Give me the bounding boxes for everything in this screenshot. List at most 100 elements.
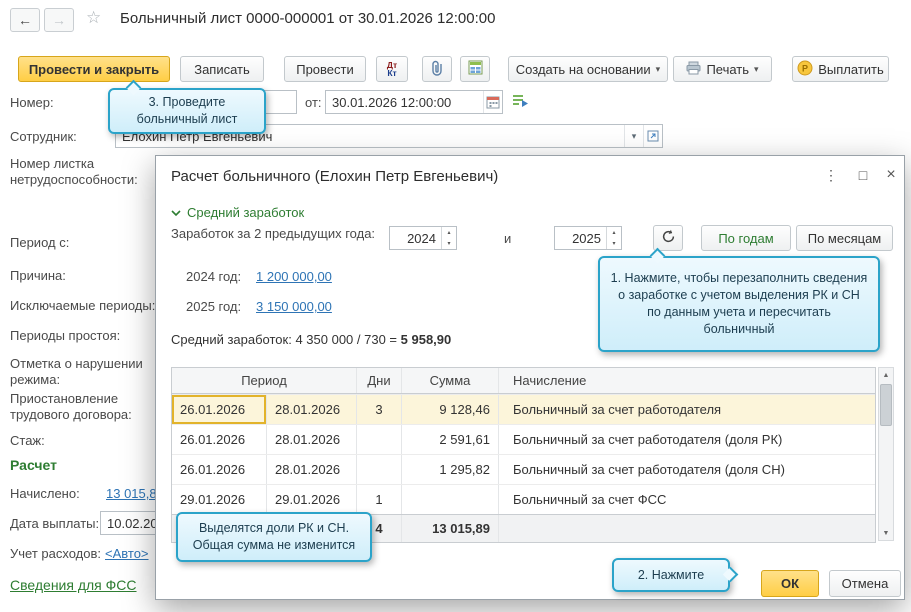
dialog-menu-icon[interactable]: ⋮	[819, 164, 843, 186]
expense-accounting-label: Учет расходов:	[10, 546, 101, 562]
scroll-up-icon[interactable]: ▲	[879, 368, 893, 382]
accrued-label: Начислено:	[10, 486, 80, 502]
cell-sum[interactable]: 9 128,46	[402, 395, 499, 424]
create-on-basis-button[interactable]: Создать на основании▾	[508, 56, 668, 82]
cell-total-sum: 13 015,89	[402, 515, 499, 542]
open-item-icon[interactable]	[643, 125, 662, 147]
year-2025-label: 2025 год:	[186, 299, 241, 315]
expense-auto-link[interactable]: <Авто>	[105, 546, 149, 561]
back-arrow-icon: ←	[18, 12, 32, 28]
post-and-close-button[interactable]: Провести и закрыть	[18, 56, 170, 82]
scrollbar-thumb[interactable]	[880, 384, 892, 426]
cell-accrual[interactable]: Больничный за счет работодателя (доля РК…	[499, 425, 875, 454]
cell-days[interactable]	[357, 455, 402, 484]
average-earnings-value: 5 958,90	[401, 332, 452, 347]
cell-period-to[interactable]: 28.01.2026	[267, 455, 357, 484]
cell-period-to[interactable]: 28.01.2026	[267, 395, 357, 424]
downtime-periods-label: Периоды простоя:	[10, 328, 120, 344]
by-months-toggle[interactable]: По месяцам	[796, 225, 893, 251]
page-title: Больничный лист 0000-000001 от 30.01.202…	[120, 10, 495, 27]
dialog-maximize-icon[interactable]: □	[851, 164, 875, 186]
cell-period-to[interactable]: 28.01.2026	[267, 425, 357, 454]
date-input[interactable]: 30.01.2026 12:00:00	[325, 90, 503, 114]
and-label: и	[504, 231, 511, 247]
chevron-down-icon	[171, 205, 181, 220]
experience-label: Стаж:	[10, 433, 45, 449]
sick-list-number-label: Номер листка нетрудоспособности:	[10, 156, 160, 188]
cell-sum[interactable]	[402, 485, 499, 514]
year-to-spinner[interactable]: 2025 ▴▾	[554, 226, 622, 250]
cell-sum[interactable]: 2 591,61	[402, 425, 499, 454]
dialog-close-icon[interactable]: ×	[879, 164, 903, 186]
year-2025-amount-link[interactable]: 3 150 000,00	[256, 299, 332, 314]
favorite-star-icon[interactable]: ☆	[86, 8, 101, 28]
callout-arrow-icon	[126, 80, 142, 96]
scroll-down-icon[interactable]: ▼	[879, 526, 893, 540]
fill-history-icon[interactable]	[512, 93, 529, 111]
chevron-down-icon: ▾	[754, 64, 759, 75]
pay-button[interactable]: Р Выплатить	[792, 56, 889, 82]
attachments-button[interactable]	[422, 56, 452, 82]
table-header: Период Дни Сумма Начисление	[172, 368, 875, 394]
year-from-spinner[interactable]: 2024 ▴▾	[389, 226, 457, 250]
average-earnings-line: Средний заработок: 4 350 000 / 730 = 5 9…	[171, 332, 451, 347]
year-2024-label: 2024 год:	[186, 269, 241, 285]
document-movements-button[interactable]	[460, 56, 490, 82]
chevron-down-icon: ▾	[656, 64, 661, 75]
col-days[interactable]: Дни	[357, 368, 402, 393]
table-row[interactable]: 26.01.2026 28.01.2026 2 591,61 Больничны…	[172, 424, 875, 454]
fss-info-link[interactable]: Сведения для ФСС	[10, 577, 137, 593]
col-period[interactable]: Период	[172, 368, 357, 393]
calc-section-header: Расчет	[10, 457, 57, 473]
date-label: от:	[305, 95, 322, 111]
table-vertical-scrollbar[interactable]: ▲ ▼	[878, 367, 894, 541]
dialog-title: Расчет больничного (Елохин Петр Евгеньев…	[171, 168, 498, 185]
col-sum[interactable]: Сумма	[402, 368, 499, 393]
svg-text:Р: Р	[802, 63, 808, 73]
save-button[interactable]: Записать	[180, 56, 264, 82]
cell-period-from[interactable]: 26.01.2026	[172, 425, 267, 454]
cell-accrual[interactable]: Больничный за счет работодателя (доля СН…	[499, 455, 875, 484]
cell-accrual[interactable]: Больничный за счет ФСС	[499, 485, 875, 514]
col-accrual[interactable]: Начисление	[499, 368, 875, 393]
cell-days[interactable]	[357, 425, 402, 454]
back-button[interactable]: ←	[10, 8, 40, 32]
cell-period-from[interactable]: 29.01.2026	[172, 485, 267, 514]
postings-dtkt-button[interactable]: ДтКт	[376, 56, 408, 82]
app-window: ← → ☆ Больничный лист 0000-000001 от 30.…	[0, 0, 911, 612]
ok-button[interactable]: ОК	[761, 570, 819, 597]
callout-step2: 2. Нажмите	[612, 558, 730, 592]
cell-days[interactable]: 3	[357, 395, 402, 424]
dropdown-caret-icon[interactable]: ▾	[624, 125, 643, 147]
cell-period-to[interactable]: 29.01.2026	[267, 485, 357, 514]
cell-period-from[interactable]: 26.01.2026	[172, 455, 267, 484]
avg-earnings-expander[interactable]: Средний заработок	[171, 205, 304, 220]
pay-date-label: Дата выплаты:	[10, 516, 99, 532]
dtkt-icon: ДтКт	[387, 61, 397, 77]
table-row[interactable]: 26.01.2026 28.01.2026 3 9 128,46 Больнич…	[172, 394, 875, 424]
movements-grid-icon	[468, 60, 483, 78]
print-button[interactable]: Печать▾	[673, 56, 772, 82]
violation-label: Отметка о нарушении режима:	[10, 356, 160, 388]
calendar-icon[interactable]	[483, 91, 502, 113]
printer-icon	[686, 61, 701, 78]
cell-period-from[interactable]: 26.01.2026	[172, 395, 267, 424]
avg-earnings-section-label: Средний заработок	[187, 205, 304, 220]
table-row[interactable]: 29.01.2026 29.01.2026 1 Больничный за сч…	[172, 484, 875, 514]
spinner-arrows-icon[interactable]: ▴▾	[606, 227, 621, 249]
cell-accrual[interactable]: Больничный за счет работодателя	[499, 395, 875, 424]
year-2024-amount-link[interactable]: 1 200 000,00	[256, 269, 332, 284]
table-row[interactable]: 26.01.2026 28.01.2026 1 295,82 Больничны…	[172, 454, 875, 484]
by-years-toggle[interactable]: По годам	[701, 225, 791, 251]
reason-label: Причина:	[10, 268, 66, 284]
cancel-button[interactable]: Отмена	[829, 570, 901, 597]
forward-arrow-icon: →	[52, 12, 66, 28]
forward-button[interactable]: →	[44, 8, 74, 32]
callout-step3: 3. Проведите больничный лист	[108, 88, 266, 134]
spinner-arrows-icon[interactable]: ▴▾	[441, 227, 456, 249]
period-from-label: Период с:	[10, 235, 69, 251]
cell-sum[interactable]: 1 295,82	[402, 455, 499, 484]
post-button[interactable]: Провести	[284, 56, 366, 82]
number-label: Номер:	[10, 95, 54, 111]
cell-days[interactable]: 1	[357, 485, 402, 514]
